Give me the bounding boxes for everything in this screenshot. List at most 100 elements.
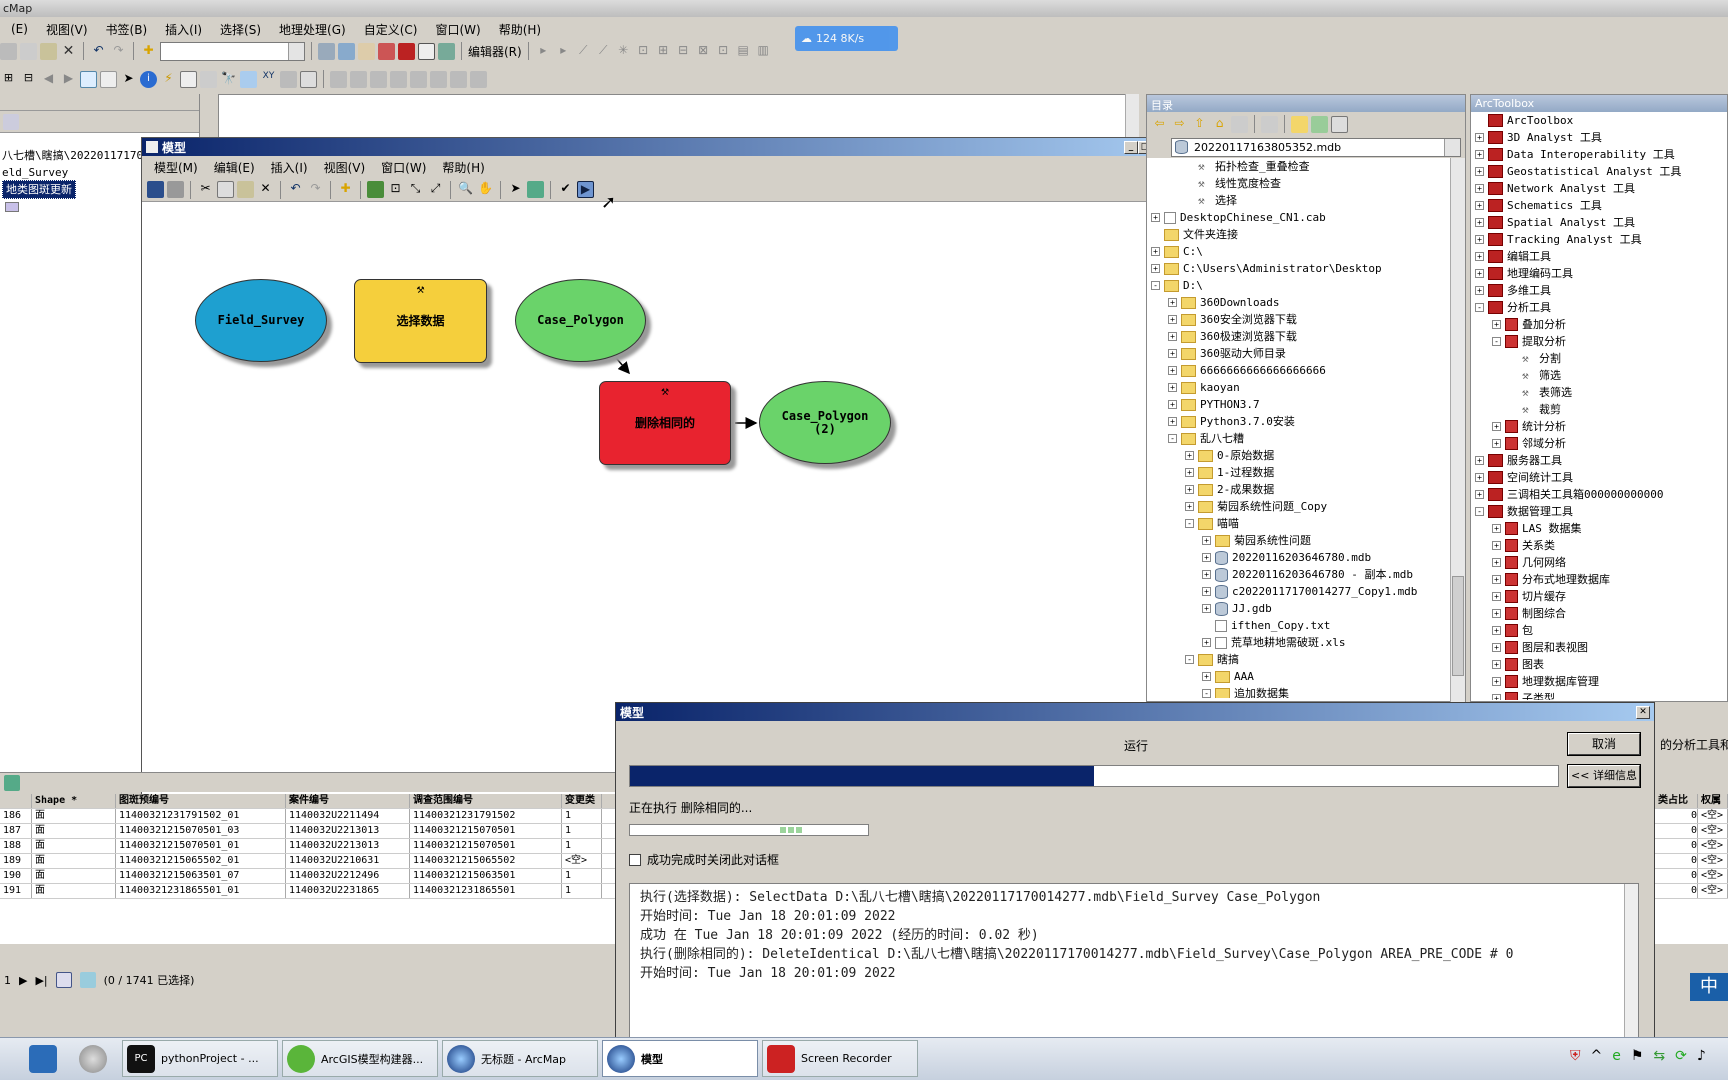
model-menu-item[interactable]: 视图(V) xyxy=(316,159,374,176)
tree-item[interactable]: + 菊园系统性问题 xyxy=(1151,532,1465,549)
expand-toggle-icon[interactable]: + xyxy=(1475,456,1484,465)
next-record-icon[interactable]: ▶ xyxy=(19,974,27,987)
expand-toggle-icon[interactable]: + xyxy=(1475,235,1484,244)
tree-item[interactable]: + 图层和表视图 xyxy=(1475,639,1727,656)
expand-toggle-icon[interactable]: + xyxy=(1475,167,1484,176)
tree-item[interactable]: ⚒ 拓扑检查_重叠检查 xyxy=(1151,158,1465,175)
tree-item[interactable]: + JJ.gdb xyxy=(1151,600,1465,617)
table-row[interactable]: 188 面 11400321215070501_01 1140032U2213013 1… xyxy=(0,839,620,854)
expand-toggle-icon[interactable]: + xyxy=(1492,592,1501,601)
forward-extent-icon[interactable]: ▶ xyxy=(60,71,77,88)
expand-toggle-icon[interactable]: + xyxy=(1492,677,1501,686)
column-header[interactable] xyxy=(0,794,32,808)
browser-tray-icon[interactable]: e xyxy=(1612,1048,1621,1064)
full-extent-icon[interactable]: ⊡ xyxy=(387,181,404,198)
taskbar-item-arcgis-modelbuilder[interactable]: ArcGIS模型构建器... xyxy=(282,1040,438,1077)
run-icon[interactable]: ▶ xyxy=(577,181,594,198)
select-elements-icon[interactable]: ➤ xyxy=(120,71,137,88)
expand-toggle-icon[interactable]: + xyxy=(1168,315,1177,324)
table-options-icon[interactable] xyxy=(4,775,20,791)
download-speed-badge[interactable]: ☁ 124 8K/s xyxy=(795,26,898,51)
tree-item[interactable]: + Schematics 工具 xyxy=(1475,197,1727,214)
column-header[interactable]: 图斑预编号 xyxy=(116,794,286,808)
expand-toggle-icon[interactable]: + xyxy=(1202,672,1211,681)
select-icon[interactable]: ➤ xyxy=(507,181,524,198)
column-header[interactable]: 变更类 xyxy=(562,794,602,808)
model-menu-item[interactable]: 帮助(H) xyxy=(434,159,492,176)
zoom-in-fixed-icon[interactable]: ⊞ xyxy=(0,71,17,88)
log-scrollbar[interactable] xyxy=(1624,884,1638,1038)
editor-menu[interactable]: 编辑器(R) xyxy=(468,43,522,60)
arctoolbox-tree[interactable]: ArcToolbox +3D Analyst 工具 + Data Interopera… xyxy=(1471,112,1727,700)
scale-combo[interactable] xyxy=(160,41,305,61)
html-popup-icon[interactable] xyxy=(180,70,197,88)
tree-item[interactable]: ⚒ 分割 xyxy=(1475,350,1727,367)
volume-icon[interactable]: ♪ xyxy=(1697,1048,1706,1064)
tree-item[interactable]: + C:\Users\Administrator\Desktop xyxy=(1151,260,1465,277)
column-header[interactable]: Shape * xyxy=(32,794,116,808)
paste-icon[interactable] xyxy=(237,181,254,198)
tree-item[interactable]: + AAA xyxy=(1151,668,1465,685)
editor-toolbar-icon[interactable] xyxy=(318,42,335,60)
tree-item[interactable]: + 分布式地理数据库 xyxy=(1475,571,1727,588)
expand-toggle-icon[interactable]: + xyxy=(1475,490,1484,499)
forward-icon[interactable]: ⇨ xyxy=(1171,116,1188,133)
table-row[interactable]: 191 面 11400321231865501_01 1140032U2231865 1… xyxy=(0,884,620,899)
expand-toggle-icon[interactable]: + xyxy=(1151,264,1160,273)
tree-item[interactable]: + LAS 数据集 xyxy=(1475,520,1727,537)
copy-icon[interactable] xyxy=(20,42,37,60)
tree-view-icon[interactable] xyxy=(1311,115,1328,133)
show-all-records-icon[interactable] xyxy=(55,972,72,988)
antivirus-icon[interactable]: ⛨ xyxy=(1570,1048,1581,1064)
tree-item[interactable]: + DesktopChinese_CN1.cab xyxy=(1151,209,1465,226)
expand-toggle-icon[interactable]: + xyxy=(1475,286,1484,295)
redo-icon[interactable]: ↷ xyxy=(110,43,127,60)
details-button[interactable]: << 详细信息 xyxy=(1567,764,1641,788)
paste-icon[interactable] xyxy=(40,42,57,60)
expand-toggle-icon[interactable]: + xyxy=(1202,587,1211,596)
tree-item[interactable]: + 邻域分析 xyxy=(1475,435,1727,452)
cut-polygons-icon[interactable]: ⊟ xyxy=(675,43,692,60)
tree-item[interactable]: 文件夹连接 xyxy=(1151,226,1465,243)
table-row[interactable]: 0 <空> xyxy=(1655,869,1728,884)
measure-icon[interactable] xyxy=(200,70,217,88)
expand-toggle-icon[interactable]: + xyxy=(1475,133,1484,142)
column-header[interactable]: 类占比 xyxy=(1655,794,1698,808)
tree-item[interactable]: + 编辑工具 xyxy=(1475,248,1727,265)
expand-toggle-icon[interactable]: + xyxy=(1492,541,1501,550)
tree-item[interactable]: + 叠加分析 xyxy=(1475,316,1727,333)
time-slider-icon[interactable] xyxy=(280,70,297,88)
expand-toggle-icon[interactable]: + xyxy=(1492,660,1501,669)
attribute-table[interactable]: Shape * 图斑预编号 案件编号 调查范围编号 变更类 186 面 1140032123… xyxy=(0,794,620,944)
expand-toggle-icon[interactable]: + xyxy=(1475,150,1484,159)
tree-item[interactable]: + 关系类 xyxy=(1475,537,1727,554)
tree-item[interactable]: + 服务器工具 xyxy=(1475,452,1727,469)
delete-icon[interactable]: ✕ xyxy=(60,43,77,60)
tree-item[interactable]: +360Downloads xyxy=(1151,294,1465,311)
copy-icon[interactable] xyxy=(217,181,234,198)
menu-item[interactable]: 地理处理(G) xyxy=(270,21,355,38)
model-menu-item[interactable]: 窗口(W) xyxy=(373,159,434,176)
expand-toggle-icon[interactable]: + xyxy=(1202,570,1211,579)
go-to-xy-icon[interactable]: XY xyxy=(260,71,277,88)
show-selected-records-icon[interactable] xyxy=(79,972,96,988)
tree-item[interactable]: + 荒草地耕地需破斑.xls xyxy=(1151,634,1465,651)
start-button[interactable] xyxy=(25,1040,61,1077)
expand-toggle-icon[interactable]: + xyxy=(1151,247,1160,256)
tree-item[interactable]: - 提取分析 xyxy=(1475,333,1727,350)
tree-item[interactable]: + Geostatistical Analyst 工具 xyxy=(1475,163,1727,180)
location-combo[interactable]: 20220117163805352.mdb xyxy=(1171,137,1461,157)
tree-item[interactable]: + Network Analyst 工具 xyxy=(1475,180,1727,197)
cut-icon[interactable] xyxy=(0,42,17,60)
zoom-icon[interactable]: 🔍 xyxy=(457,181,474,198)
catalog-tree[interactable]: ⚒ 拓扑检查_重叠检查 ⚒ 线性宽度检查 ⚒ 选择 + DesktopChinese_CN1.… xyxy=(1147,158,1465,698)
list-by-drawing-order-icon[interactable] xyxy=(3,114,19,130)
model-menu-item[interactable]: 编辑(E) xyxy=(206,159,263,176)
clear-selection-icon[interactable] xyxy=(100,70,117,88)
expand-toggle-icon[interactable]: + xyxy=(1475,201,1484,210)
find-icon[interactable]: 🔭 xyxy=(220,71,237,88)
python-window-icon[interactable] xyxy=(418,42,435,60)
hyperlink-icon[interactable]: ⚡ xyxy=(160,71,177,88)
expand-toggle-icon[interactable]: + xyxy=(1185,468,1194,477)
table-row[interactable]: 0 <空> xyxy=(1655,824,1728,839)
